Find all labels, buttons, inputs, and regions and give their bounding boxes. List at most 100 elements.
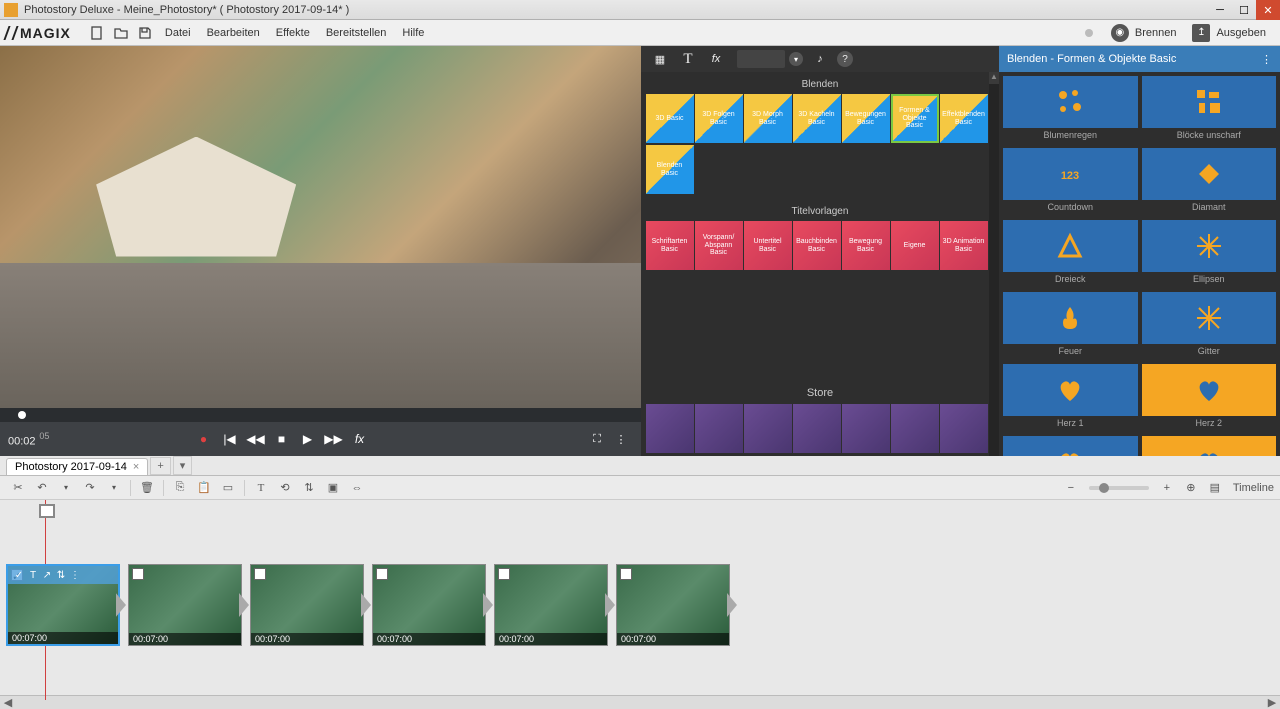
undo-dropdown-icon[interactable]: ▾	[57, 479, 75, 497]
title-thumb-1[interactable]: Vorspann/ Abspann Basic	[695, 221, 743, 270]
timeline-clip-1[interactable]: 00:07:00	[128, 564, 242, 646]
preview-playhead[interactable]	[18, 411, 26, 419]
title-thumb-6[interactable]: 3D Animation Basic	[940, 221, 988, 270]
fx-button[interactable]: fx	[349, 428, 371, 450]
zoom-slider[interactable]	[1089, 486, 1149, 490]
store-thumb-6[interactable]	[940, 404, 988, 453]
minimize-button[interactable]: ─	[1208, 0, 1232, 20]
store-thumb-4[interactable]	[842, 404, 890, 453]
help-icon[interactable]: ?	[837, 51, 853, 67]
close-button[interactable]: ✕	[1256, 0, 1280, 20]
project-tab[interactable]: Photostory 2017-09-14 ×	[6, 458, 148, 475]
effect-thumb-11[interactable]	[1142, 436, 1277, 456]
effect-thumb-6[interactable]	[1003, 292, 1138, 344]
store-thumb-0[interactable]	[646, 404, 694, 453]
effect-thumb-3[interactable]	[1142, 148, 1277, 200]
effect-thumb-0[interactable]	[1003, 76, 1138, 128]
prev-button[interactable]: |◀	[219, 428, 241, 450]
preview-more-icon[interactable]: ⋮	[611, 429, 631, 449]
music-icon[interactable]: ♪	[809, 48, 831, 70]
effect-thumb-8[interactable]	[1003, 364, 1138, 416]
timeline-clip-0[interactable]: ✓✓T↗⇅⋮00:07:00	[6, 564, 120, 646]
blend-thumb-4[interactable]: Bewegungen Basic	[842, 94, 890, 143]
play-button[interactable]: ▶	[297, 428, 319, 450]
record-button[interactable]: ●	[193, 428, 215, 450]
text-tool-icon[interactable]: T	[677, 48, 699, 70]
timeline-clip-5[interactable]: 00:07:00	[616, 564, 730, 646]
filter-dropdown[interactable]: ▾	[737, 50, 785, 68]
export-button[interactable]: ↥Ausgeben	[1184, 24, 1274, 42]
menu-effects[interactable]: Effekte	[268, 27, 318, 39]
effect-thumb-2[interactable]: 123	[1003, 148, 1138, 200]
scroll-left-icon[interactable]: ◀	[0, 696, 16, 709]
store-thumb-2[interactable]	[744, 404, 792, 453]
menu-edit[interactable]: Bearbeiten	[199, 27, 268, 39]
tool-icon-2[interactable]: ⇅	[300, 479, 318, 497]
timeline-clip-3[interactable]: 00:07:00	[372, 564, 486, 646]
effect-thumb-5[interactable]	[1142, 220, 1277, 272]
view-mode-icon[interactable]: ▤	[1206, 479, 1224, 497]
blend-thumb-1[interactable]: 3D Folgen Basic	[695, 94, 743, 143]
blend-thumb-5[interactable]: Formen & Objekte Basic	[891, 94, 939, 143]
scroll-right-icon[interactable]: ▶	[1264, 696, 1280, 709]
forward-button[interactable]: ▶▶	[323, 428, 345, 450]
tab-add-button[interactable]: +	[150, 457, 170, 475]
title-thumb-0[interactable]: Schriftarten Basic	[646, 221, 694, 270]
zoom-in-icon[interactable]: +	[1158, 479, 1176, 497]
blend-thumb-7[interactable]: Blenden Basic	[646, 145, 694, 194]
blend-thumb-3[interactable]: 3D Kacheln Basic	[793, 94, 841, 143]
rewind-button[interactable]: ◀◀	[245, 428, 267, 450]
store-thumb-5[interactable]	[891, 404, 939, 453]
menu-help[interactable]: Hilfe	[394, 27, 432, 39]
clip-checkbox[interactable]	[376, 568, 388, 580]
fullscreen-button[interactable]: ⛶	[587, 429, 607, 449]
title-thumb-2[interactable]: Untertitel Basic	[744, 221, 792, 270]
effects-more-icon[interactable]: ⋮	[1261, 53, 1272, 66]
cut-icon[interactable]: ✂	[9, 479, 27, 497]
fx-tool-icon[interactable]: fx	[705, 48, 727, 70]
effect-thumb-9[interactable]	[1142, 364, 1277, 416]
undo-icon[interactable]: ↶	[33, 479, 51, 497]
rotate-icon[interactable]: ⟲	[276, 479, 294, 497]
delete-icon[interactable]: 🗑	[138, 479, 156, 497]
effect-thumb-10[interactable]	[1003, 436, 1138, 456]
grid-view-icon[interactable]: ▦	[649, 48, 671, 70]
title-thumb-3[interactable]: Bauchbinden Basic	[793, 221, 841, 270]
effect-thumb-7[interactable]	[1142, 292, 1277, 344]
timeline-clip-4[interactable]: 00:07:00	[494, 564, 608, 646]
media-scrollbar[interactable]: ▲	[989, 72, 999, 456]
store-thumb-3[interactable]	[793, 404, 841, 453]
paste-icon[interactable]: 📋	[195, 479, 213, 497]
burn-button[interactable]: ◉Brennen	[1103, 24, 1185, 42]
timeline[interactable]: ✓✓T↗⇅⋮00:07:0000:07:0000:07:0000:07:0000…	[0, 500, 1280, 695]
clip-checkbox[interactable]	[254, 568, 266, 580]
fit-icon[interactable]: ⊕	[1182, 479, 1200, 497]
title-thumb-4[interactable]: Bewegung Basic	[842, 221, 890, 270]
effect-thumb-4[interactable]	[1003, 220, 1138, 272]
clip-checkbox[interactable]	[498, 568, 510, 580]
timeline-clip-2[interactable]: 00:07:00	[250, 564, 364, 646]
blend-thumb-0[interactable]: 3D Basic	[646, 94, 694, 143]
clip-checkbox[interactable]	[132, 568, 144, 580]
text-icon[interactable]: T	[252, 479, 270, 497]
effect-thumb-1[interactable]	[1142, 76, 1277, 128]
clip-checkbox[interactable]	[620, 568, 632, 580]
redo-dropdown-icon[interactable]: ▾	[105, 479, 123, 497]
tool-icon-1[interactable]: ▭	[219, 479, 237, 497]
redo-icon[interactable]: ↷	[81, 479, 99, 497]
timeline-mode-label[interactable]: Timeline	[1233, 482, 1274, 494]
open-folder-icon[interactable]	[113, 25, 129, 41]
save-icon[interactable]	[137, 25, 153, 41]
blend-thumb-6[interactable]: Effektblenden Basic	[940, 94, 988, 143]
tool-icon-3[interactable]: ▣	[324, 479, 342, 497]
preview-image[interactable]	[0, 46, 641, 408]
store-thumb-1[interactable]	[695, 404, 743, 453]
new-file-icon[interactable]	[89, 25, 105, 41]
menu-provide[interactable]: Bereitstellen	[318, 27, 395, 39]
preview-ruler[interactable]	[0, 408, 641, 422]
tab-dropdown-button[interactable]: ▾	[173, 456, 193, 475]
zoom-out-icon[interactable]: −	[1062, 479, 1080, 497]
tab-close-icon[interactable]: ×	[133, 461, 139, 473]
blend-thumb-2[interactable]: 3D Morph Basic	[744, 94, 792, 143]
tool-icon-4[interactable]: ⇔	[348, 479, 366, 497]
